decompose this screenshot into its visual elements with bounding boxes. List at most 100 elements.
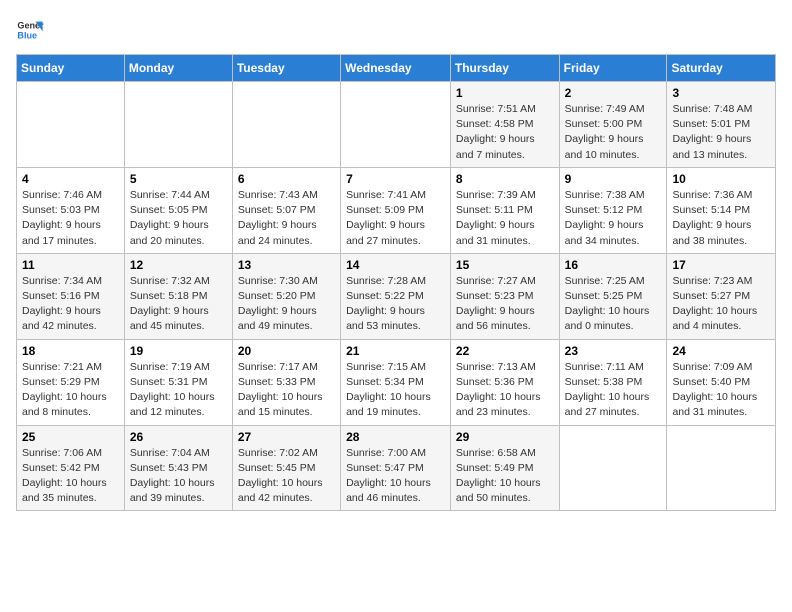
day-info: Sunrise: 7:19 AM Sunset: 5:31 PM Dayligh… <box>130 360 227 421</box>
calendar-cell: 8 Sunrise: 7:39 AM Sunset: 5:11 PM Daylig… <box>450 167 559 253</box>
calendar-cell: 1Sunrise: 7:51 AM Sunset: 4:58 PM Daylig… <box>450 82 559 168</box>
day-number: 26 <box>130 430 227 444</box>
calendar-cell <box>667 425 776 511</box>
calendar-cell: 10 Sunrise: 7:36 AM Sunset: 5:14 PM Dayli… <box>667 167 776 253</box>
day-info: Sunrise: 7:36 AM Sunset: 5:14 PM Dayligh… <box>672 188 770 249</box>
day-info: Sunrise: 7:48 AM Sunset: 5:01 PM Dayligh… <box>672 102 770 163</box>
day-number: 8 <box>456 172 554 186</box>
day-info: Sunrise: 7:04 AM Sunset: 5:43 PM Dayligh… <box>130 446 227 507</box>
day-info: Sunrise: 7:13 AM Sunset: 5:36 PM Dayligh… <box>456 360 554 421</box>
calendar-table: SundayMondayTuesdayWednesdayThursdayFrid… <box>16 54 776 511</box>
week-row-5: 25 Sunrise: 7:06 AM Sunset: 5:42 PM Dayli… <box>17 425 776 511</box>
calendar-cell <box>341 82 451 168</box>
day-info: Sunrise: 7:09 AM Sunset: 5:40 PM Dayligh… <box>672 360 770 421</box>
day-info: Sunrise: 7:51 AM Sunset: 4:58 PM Dayligh… <box>456 102 554 163</box>
calendar-cell: 12 Sunrise: 7:32 AM Sunset: 5:18 PM Dayli… <box>124 253 232 339</box>
day-info: Sunrise: 7:39 AM Sunset: 5:11 PM Dayligh… <box>456 188 554 249</box>
day-number: 25 <box>22 430 119 444</box>
day-number: 7 <box>346 172 445 186</box>
calendar-cell: 13 Sunrise: 7:30 AM Sunset: 5:20 PM Dayli… <box>232 253 340 339</box>
col-header-friday: Friday <box>559 55 667 82</box>
calendar-cell: 29 Sunrise: 6:58 AM Sunset: 5:49 PM Dayli… <box>450 425 559 511</box>
day-number: 15 <box>456 258 554 272</box>
day-number: 27 <box>238 430 335 444</box>
calendar-cell: 5Sunrise: 7:44 AM Sunset: 5:05 PM Daylig… <box>124 167 232 253</box>
day-number: 3 <box>672 86 770 100</box>
day-number: 20 <box>238 344 335 358</box>
day-number: 29 <box>456 430 554 444</box>
calendar-cell: 7 Sunrise: 7:41 AM Sunset: 5:09 PM Daylig… <box>341 167 451 253</box>
day-info: Sunrise: 7:41 AM Sunset: 5:09 PM Dayligh… <box>346 188 445 249</box>
calendar-cell: 21Sunrise: 7:15 AM Sunset: 5:34 PM Dayli… <box>341 339 451 425</box>
calendar-cell: 14 Sunrise: 7:28 AM Sunset: 5:22 PM Dayli… <box>341 253 451 339</box>
day-info: Sunrise: 7:49 AM Sunset: 5:00 PM Dayligh… <box>565 102 662 163</box>
calendar-cell: 24 Sunrise: 7:09 AM Sunset: 5:40 PM Dayli… <box>667 339 776 425</box>
day-info: Sunrise: 7:15 AM Sunset: 5:34 PM Dayligh… <box>346 360 445 421</box>
day-info: Sunrise: 7:27 AM Sunset: 5:23 PM Dayligh… <box>456 274 554 335</box>
week-row-1: 1Sunrise: 7:51 AM Sunset: 4:58 PM Daylig… <box>17 82 776 168</box>
calendar-cell: 22 Sunrise: 7:13 AM Sunset: 5:36 PM Dayli… <box>450 339 559 425</box>
logo: General Blue <box>16 16 48 44</box>
day-number: 28 <box>346 430 445 444</box>
day-info: Sunrise: 7:25 AM Sunset: 5:25 PM Dayligh… <box>565 274 662 335</box>
calendar-cell: 2 Sunrise: 7:49 AM Sunset: 5:00 PM Daylig… <box>559 82 667 168</box>
day-info: Sunrise: 7:21 AM Sunset: 5:29 PM Dayligh… <box>22 360 119 421</box>
week-row-3: 11 Sunrise: 7:34 AM Sunset: 5:16 PM Dayli… <box>17 253 776 339</box>
day-info: Sunrise: 7:34 AM Sunset: 5:16 PM Dayligh… <box>22 274 119 335</box>
day-number: 17 <box>672 258 770 272</box>
calendar-cell: 4 Sunrise: 7:46 AM Sunset: 5:03 PM Daylig… <box>17 167 125 253</box>
day-number: 2 <box>565 86 662 100</box>
calendar-cell <box>232 82 340 168</box>
calendar-cell: 26 Sunrise: 7:04 AM Sunset: 5:43 PM Dayli… <box>124 425 232 511</box>
day-number: 23 <box>565 344 662 358</box>
day-number: 24 <box>672 344 770 358</box>
day-info: Sunrise: 6:58 AM Sunset: 5:49 PM Dayligh… <box>456 446 554 507</box>
day-number: 9 <box>565 172 662 186</box>
day-info: Sunrise: 7:17 AM Sunset: 5:33 PM Dayligh… <box>238 360 335 421</box>
day-info: Sunrise: 7:43 AM Sunset: 5:07 PM Dayligh… <box>238 188 335 249</box>
day-number: 18 <box>22 344 119 358</box>
logo-icon: General Blue <box>16 16 44 44</box>
week-row-2: 4 Sunrise: 7:46 AM Sunset: 5:03 PM Daylig… <box>17 167 776 253</box>
day-info: Sunrise: 7:46 AM Sunset: 5:03 PM Dayligh… <box>22 188 119 249</box>
day-number: 5 <box>130 172 227 186</box>
calendar-cell: 6 Sunrise: 7:43 AM Sunset: 5:07 PM Daylig… <box>232 167 340 253</box>
col-header-tuesday: Tuesday <box>232 55 340 82</box>
day-info: Sunrise: 7:28 AM Sunset: 5:22 PM Dayligh… <box>346 274 445 335</box>
col-header-sunday: Sunday <box>17 55 125 82</box>
day-number: 13 <box>238 258 335 272</box>
day-number: 22 <box>456 344 554 358</box>
day-info: Sunrise: 7:11 AM Sunset: 5:38 PM Dayligh… <box>565 360 662 421</box>
col-header-thursday: Thursday <box>450 55 559 82</box>
calendar-cell: 17 Sunrise: 7:23 AM Sunset: 5:27 PM Dayli… <box>667 253 776 339</box>
day-number: 14 <box>346 258 445 272</box>
calendar-cell <box>559 425 667 511</box>
calendar-cell: 28 Sunrise: 7:00 AM Sunset: 5:47 PM Dayli… <box>341 425 451 511</box>
svg-text:Blue: Blue <box>17 30 37 40</box>
day-number: 10 <box>672 172 770 186</box>
day-info: Sunrise: 7:00 AM Sunset: 5:47 PM Dayligh… <box>346 446 445 507</box>
day-number: 16 <box>565 258 662 272</box>
calendar-cell: 19 Sunrise: 7:19 AM Sunset: 5:31 PM Dayli… <box>124 339 232 425</box>
day-info: Sunrise: 7:02 AM Sunset: 5:45 PM Dayligh… <box>238 446 335 507</box>
calendar-cell: 16 Sunrise: 7:25 AM Sunset: 5:25 PM Dayli… <box>559 253 667 339</box>
day-number: 6 <box>238 172 335 186</box>
col-header-monday: Monday <box>124 55 232 82</box>
calendar-cell: 15 Sunrise: 7:27 AM Sunset: 5:23 PM Dayli… <box>450 253 559 339</box>
day-info: Sunrise: 7:32 AM Sunset: 5:18 PM Dayligh… <box>130 274 227 335</box>
day-number: 11 <box>22 258 119 272</box>
calendar-cell: 23 Sunrise: 7:11 AM Sunset: 5:38 PM Dayli… <box>559 339 667 425</box>
calendar-cell: 11 Sunrise: 7:34 AM Sunset: 5:16 PM Dayli… <box>17 253 125 339</box>
day-info: Sunrise: 7:30 AM Sunset: 5:20 PM Dayligh… <box>238 274 335 335</box>
day-number: 12 <box>130 258 227 272</box>
day-info: Sunrise: 7:38 AM Sunset: 5:12 PM Dayligh… <box>565 188 662 249</box>
calendar-cell <box>17 82 125 168</box>
day-info: Sunrise: 7:23 AM Sunset: 5:27 PM Dayligh… <box>672 274 770 335</box>
header: General Blue <box>16 16 776 44</box>
header-row: SundayMondayTuesdayWednesdayThursdayFrid… <box>17 55 776 82</box>
col-header-wednesday: Wednesday <box>341 55 451 82</box>
calendar-cell: 20 Sunrise: 7:17 AM Sunset: 5:33 PM Dayli… <box>232 339 340 425</box>
day-number: 4 <box>22 172 119 186</box>
day-number: 19 <box>130 344 227 358</box>
day-info: Sunrise: 7:06 AM Sunset: 5:42 PM Dayligh… <box>22 446 119 507</box>
